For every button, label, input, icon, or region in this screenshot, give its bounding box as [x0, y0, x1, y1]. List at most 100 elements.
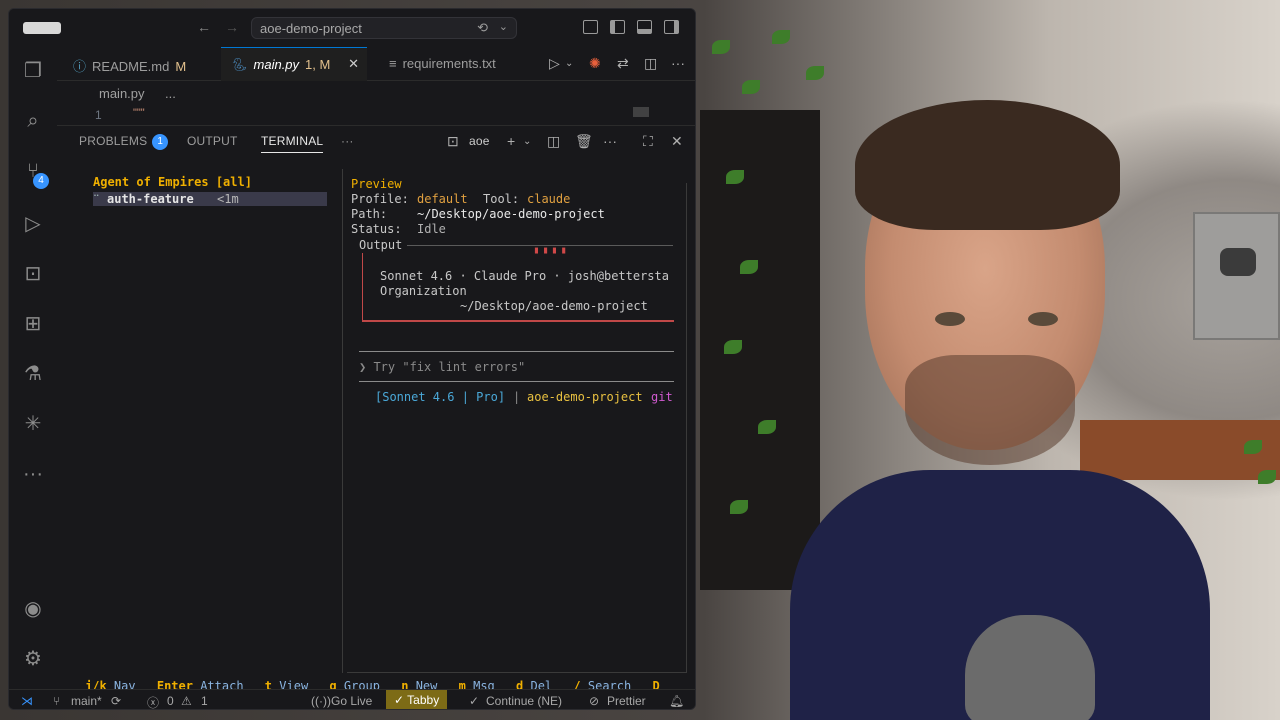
- prompt-separator-bottom: [359, 381, 674, 382]
- sync-icon[interactable]: ⟳: [111, 694, 121, 708]
- prettier-status[interactable]: Prettier: [607, 694, 646, 708]
- session-name: auth-feature: [107, 192, 194, 206]
- more-views-icon[interactable]: ···: [21, 462, 45, 486]
- plant-leaf: [1258, 470, 1276, 484]
- close-icon[interactable]: ✕: [348, 56, 359, 72]
- title-bar: ← → aoe-demo-project ⟲ ⌄: [9, 9, 695, 47]
- breadcrumb: main.py ...: [57, 83, 695, 105]
- explorer-icon[interactable]: ❐: [21, 59, 45, 83]
- warning-count[interactable]: 1: [201, 694, 208, 708]
- error-count[interactable]: 0: [167, 694, 174, 708]
- continue-status[interactable]: Continue (NE): [486, 694, 562, 708]
- youtube-logo-icon: [1220, 248, 1256, 276]
- tab-modified-badge: M: [175, 59, 187, 74]
- source-control-badge: 4: [33, 173, 49, 189]
- statusline-separator: |: [513, 390, 521, 404]
- trash-icon[interactable]: 🗑︎: [575, 133, 593, 150]
- vscode-window: ← → aoe-demo-project ⟲ ⌄ ❐ ⌕ ⑂ 4 ▷ ⊡ ⊞ ⚗…: [8, 8, 696, 710]
- claude-spark-icon[interactable]: ✺: [589, 55, 601, 72]
- back-arrow-icon[interactable]: ←: [197, 19, 211, 35]
- status-label: Status:: [351, 222, 402, 236]
- extensions-icon[interactable]: ⊞: [21, 312, 45, 336]
- run-icon[interactable]: ▷: [549, 55, 560, 72]
- bell-icon[interactable]: 🔔︎: [669, 694, 684, 708]
- new-terminal-icon[interactable]: +: [507, 133, 515, 149]
- statusline-model: [Sonnet 4.6 | Pro]: [375, 390, 506, 404]
- tab-readme[interactable]: ⓘ README.md M: [63, 47, 196, 81]
- branch-name[interactable]: main*: [71, 694, 102, 708]
- claude-cwd-line: ~/Desktop/aoe-demo-project: [460, 299, 648, 313]
- tab-main-py[interactable]: 🐍︎ main.py 1, M ✕: [221, 47, 367, 81]
- claude-model-line: Sonnet 4.6 · Claude Pro · josh@bettersta: [380, 269, 669, 283]
- editor-line[interactable]: 1 """: [57, 107, 695, 123]
- info-icon: ⓘ: [73, 59, 87, 74]
- problems-label: PROBLEMS: [79, 134, 148, 149]
- search-icon[interactable]: ⌕: [21, 109, 45, 133]
- session-list-pane: [85, 169, 343, 673]
- command-center[interactable]: aoe-demo-project ⟲ ⌄: [251, 17, 517, 39]
- presenter-beard: [905, 355, 1075, 465]
- profile-value: default: [417, 192, 468, 206]
- maximize-panel-icon[interactable]: ⛶: [643, 133, 653, 150]
- tab-output[interactable]: OUTPUT: [187, 134, 238, 148]
- profile-label: Profile:: [351, 192, 409, 206]
- session-spinner: ⠒: [93, 192, 100, 202]
- chevron-down-icon[interactable]: ⌄: [565, 58, 573, 69]
- compare-changes-icon[interactable]: ⇄: [617, 55, 629, 72]
- split-terminal-icon[interactable]: ◫: [547, 133, 560, 150]
- error-icon: ⓧ: [147, 696, 160, 710]
- status-value: Idle: [417, 222, 446, 236]
- chevron-down-icon[interactable]: ⌄: [523, 136, 531, 147]
- plant-leaf: [806, 66, 824, 80]
- breadcrumb-more[interactable]: ...: [165, 86, 176, 101]
- terminal-instance-name[interactable]: aoe: [469, 134, 490, 148]
- session-row[interactable]: ⠒ auth-feature <1m: [93, 192, 327, 206]
- close-icon[interactable]: ✕: [671, 133, 683, 150]
- gear-icon[interactable]: ⚙: [21, 647, 45, 671]
- tab-problems[interactable]: PROBLEMS 1: [79, 134, 169, 150]
- code-text: """: [133, 107, 145, 119]
- toggle-primary-sidebar-icon[interactable]: [610, 20, 625, 34]
- more-actions-icon[interactable]: ···: [671, 55, 685, 71]
- prompt-separator-top: [359, 351, 674, 352]
- path-label: Path:: [351, 207, 388, 221]
- go-live-button[interactable]: Go Live: [331, 694, 372, 708]
- session-list-title: Agent of Empires [all]: [93, 175, 252, 189]
- tab-label: requirements.txt: [402, 56, 496, 71]
- remote-indicator-icon[interactable]: ⋊: [21, 694, 33, 708]
- terminal[interactable]: Agent of Empires [all] ⠒ auth-feature <1…: [57, 155, 695, 693]
- tab-label: README.md: [92, 59, 170, 74]
- preview-title: Preview: [351, 177, 402, 191]
- plant-leaf: [726, 170, 744, 184]
- breadcrumb-file[interactable]: main.py: [99, 86, 145, 101]
- chevron-down-icon[interactable]: ⌄: [499, 20, 508, 33]
- testing-icon[interactable]: ⚗: [21, 362, 45, 386]
- toggle-secondary-sidebar-icon[interactable]: [664, 20, 679, 34]
- layout-customize-icon[interactable]: [583, 20, 598, 34]
- check-icon: ✓: [469, 694, 480, 708]
- split-editor-icon[interactable]: ◫: [644, 55, 657, 72]
- copilot-chat-icon[interactable]: ⟲: [477, 20, 488, 36]
- claude-org-line: Organization: [380, 284, 467, 298]
- more-actions-icon[interactable]: ···: [603, 133, 617, 149]
- window-controls[interactable]: [23, 22, 61, 34]
- tab-requirements[interactable]: ≡ requirements.txt: [379, 47, 506, 81]
- status-bar: ⋊ ⑂ main* ⟳ ⓧ 0 ⚠ 1 ((·)) Go Live ✓ Tabb…: [9, 689, 695, 710]
- plant-leaf: [724, 340, 742, 354]
- broadcast-icon: ((·)): [311, 694, 331, 708]
- minimap[interactable]: [633, 107, 673, 117]
- forward-arrow-icon[interactable]: →: [225, 19, 239, 35]
- plant-leaf: [742, 80, 760, 94]
- tab-terminal[interactable]: TERMINAL: [261, 134, 324, 153]
- claude-spark-icon[interactable]: ✳: [21, 412, 45, 436]
- prompt-hint[interactable]: ❯ Try "fix lint errors": [359, 360, 525, 374]
- account-icon[interactable]: ◉: [21, 597, 45, 621]
- tabby-icon: ✓: [394, 693, 408, 707]
- toggle-panel-icon[interactable]: [637, 20, 652, 34]
- tabby-status[interactable]: ✓ Tabby: [386, 690, 448, 709]
- run-debug-icon[interactable]: ▷: [21, 212, 45, 236]
- tab-label: main.py: [253, 57, 300, 72]
- remote-explorer-icon[interactable]: ⊡: [21, 262, 45, 286]
- branch-icon: ⑂: [53, 694, 61, 708]
- panel-more-button[interactable]: ···: [341, 134, 354, 148]
